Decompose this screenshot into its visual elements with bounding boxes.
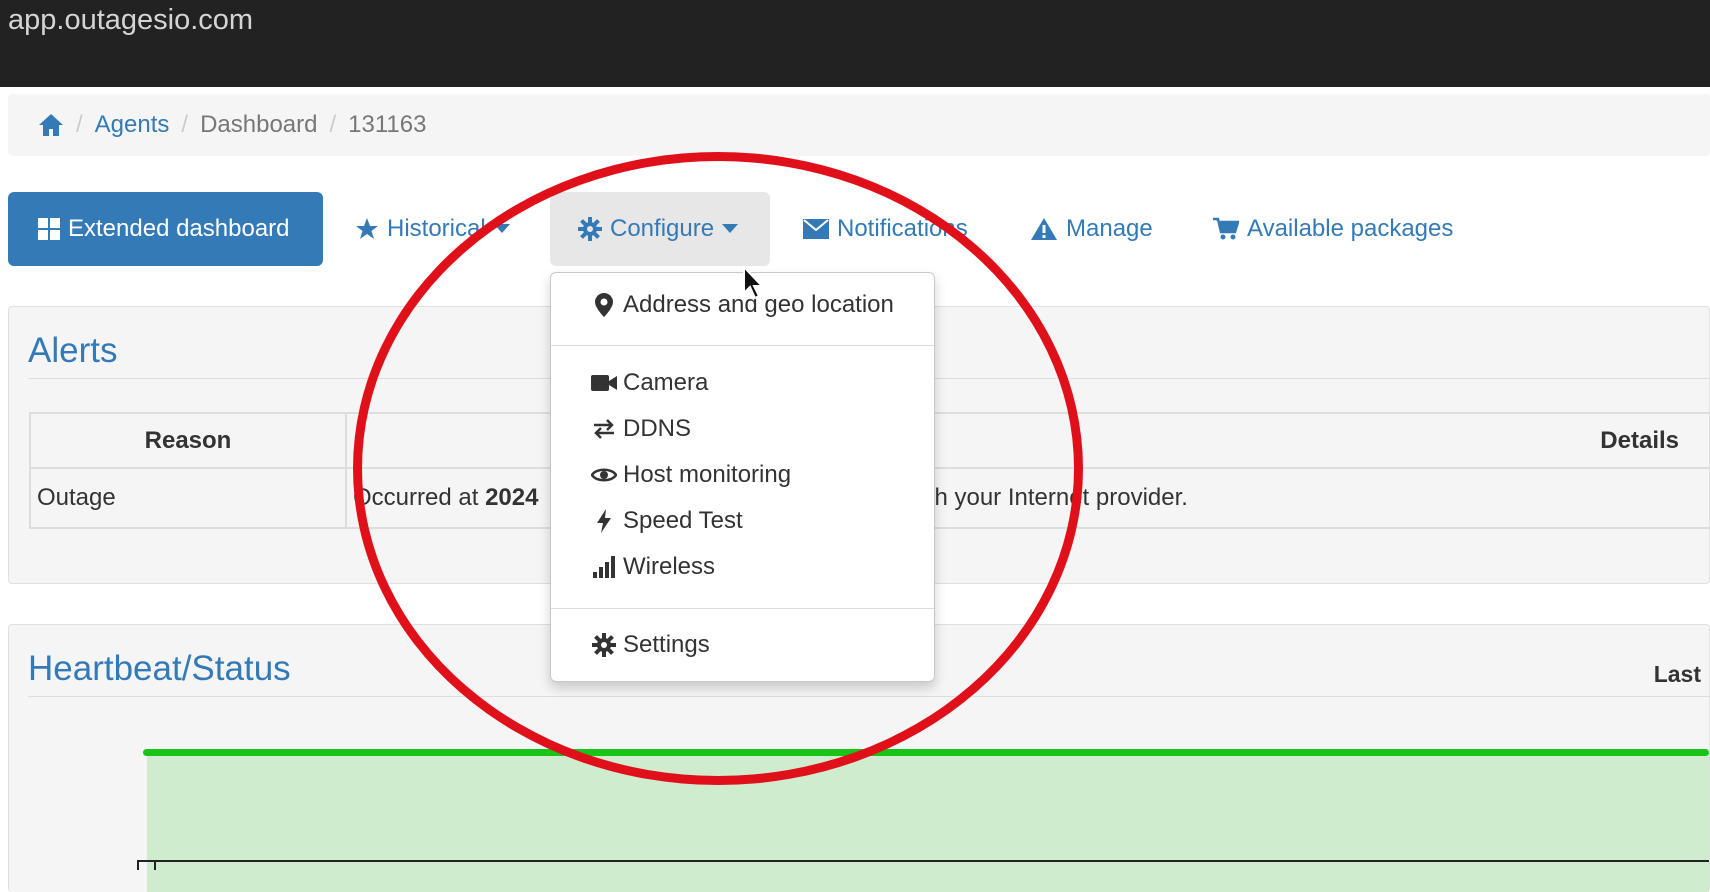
- alert-occurred-date: 2024: [485, 484, 539, 511]
- menu-item-label: Wireless: [623, 553, 716, 580]
- configure-dropdown: Address and geo location Camera DDNS Hos…: [550, 272, 935, 682]
- eye-icon: [591, 466, 617, 484]
- breadcrumb-agent-id: 131163: [348, 111, 427, 138]
- panel-divider: [28, 696, 1709, 697]
- browser-topbar: app.outagesio.com: [0, 0, 1710, 87]
- breadcrumb-separator: /: [76, 111, 83, 138]
- url-text[interactable]: app.outagesio.com: [8, 4, 253, 37]
- graph-axis-tick: [137, 860, 139, 870]
- graph-axis-tick: [154, 860, 156, 870]
- map-marker-icon: [591, 293, 617, 317]
- home-icon[interactable]: [38, 113, 64, 137]
- alerts-title: Alerts: [28, 331, 118, 370]
- caret-down-icon: [493, 224, 510, 233]
- menu-item-ddns[interactable]: DDNS: [591, 415, 691, 443]
- menu-item-label: Speed Test: [623, 507, 743, 534]
- breadcrumb-separator: /: [329, 111, 337, 138]
- available-packages-link[interactable]: Available packages: [1213, 192, 1453, 266]
- heartbeat-title: Heartbeat/Status: [28, 649, 291, 688]
- status-up-area: [147, 753, 1709, 892]
- extended-dashboard-button[interactable]: Extended dashboard: [8, 192, 323, 266]
- menu-item-host-monitoring[interactable]: Host monitoring: [591, 461, 791, 489]
- historical-menu[interactable]: Historical: [355, 192, 510, 266]
- column-header-reason: Reason: [29, 412, 347, 469]
- breadcrumb-dashboard: Dashboard: [200, 111, 318, 138]
- menu-item-speed-test[interactable]: Speed Test: [591, 507, 743, 535]
- configure-label: Configure: [610, 215, 715, 242]
- menu-item-label: Settings: [623, 631, 710, 658]
- configure-menu[interactable]: Configure: [550, 192, 770, 266]
- alert-reason: Outage: [29, 467, 347, 529]
- time-range-label[interactable]: Last: [1654, 661, 1701, 688]
- menu-item-label: Host monitoring: [623, 461, 792, 488]
- bolt-icon: [591, 509, 617, 533]
- envelope-icon: [803, 219, 829, 239]
- menu-divider: [551, 608, 934, 609]
- available-packages-label: Available packages: [1247, 215, 1454, 242]
- menu-divider: [551, 345, 934, 346]
- alert-occurred-prefix: Occurred at: [353, 484, 479, 511]
- warning-icon: [1031, 218, 1057, 240]
- menu-item-wireless[interactable]: Wireless: [591, 553, 715, 581]
- grid-icon: [38, 218, 60, 240]
- menu-item-label: DDNS: [623, 415, 692, 442]
- caret-down-icon: [722, 224, 739, 233]
- signal-bars-icon: [591, 556, 617, 578]
- exchange-icon: [591, 419, 617, 439]
- gear-icon: [591, 633, 617, 657]
- breadcrumb-agents[interactable]: Agents: [95, 111, 170, 139]
- star-icon: [356, 218, 378, 239]
- graph-x-axis: [137, 860, 1709, 862]
- notifications-link[interactable]: Notifications: [803, 192, 968, 266]
- manage-label: Manage: [1066, 215, 1153, 242]
- menu-item-label: Camera: [623, 369, 709, 396]
- gear-icon: [578, 217, 602, 241]
- alert-details-tail: with your Internet provider.: [905, 484, 1188, 511]
- agent-nav: Extended dashboard Historical Configure: [0, 192, 1710, 268]
- manage-link[interactable]: Manage: [1030, 192, 1153, 266]
- cart-icon: [1213, 217, 1239, 240]
- mouse-cursor-icon: [743, 265, 765, 300]
- breadcrumb: / Agents / Dashboard / 131163: [8, 94, 1710, 156]
- status-up-line: [143, 749, 1709, 756]
- video-camera-icon: [591, 374, 617, 392]
- menu-item-settings[interactable]: Settings: [591, 631, 710, 659]
- notifications-label: Notifications: [837, 215, 968, 242]
- breadcrumb-separator: /: [181, 111, 189, 138]
- historical-label: Historical: [387, 215, 486, 242]
- menu-item-camera[interactable]: Camera: [591, 369, 708, 397]
- extended-dashboard-label: Extended dashboard: [68, 215, 290, 242]
